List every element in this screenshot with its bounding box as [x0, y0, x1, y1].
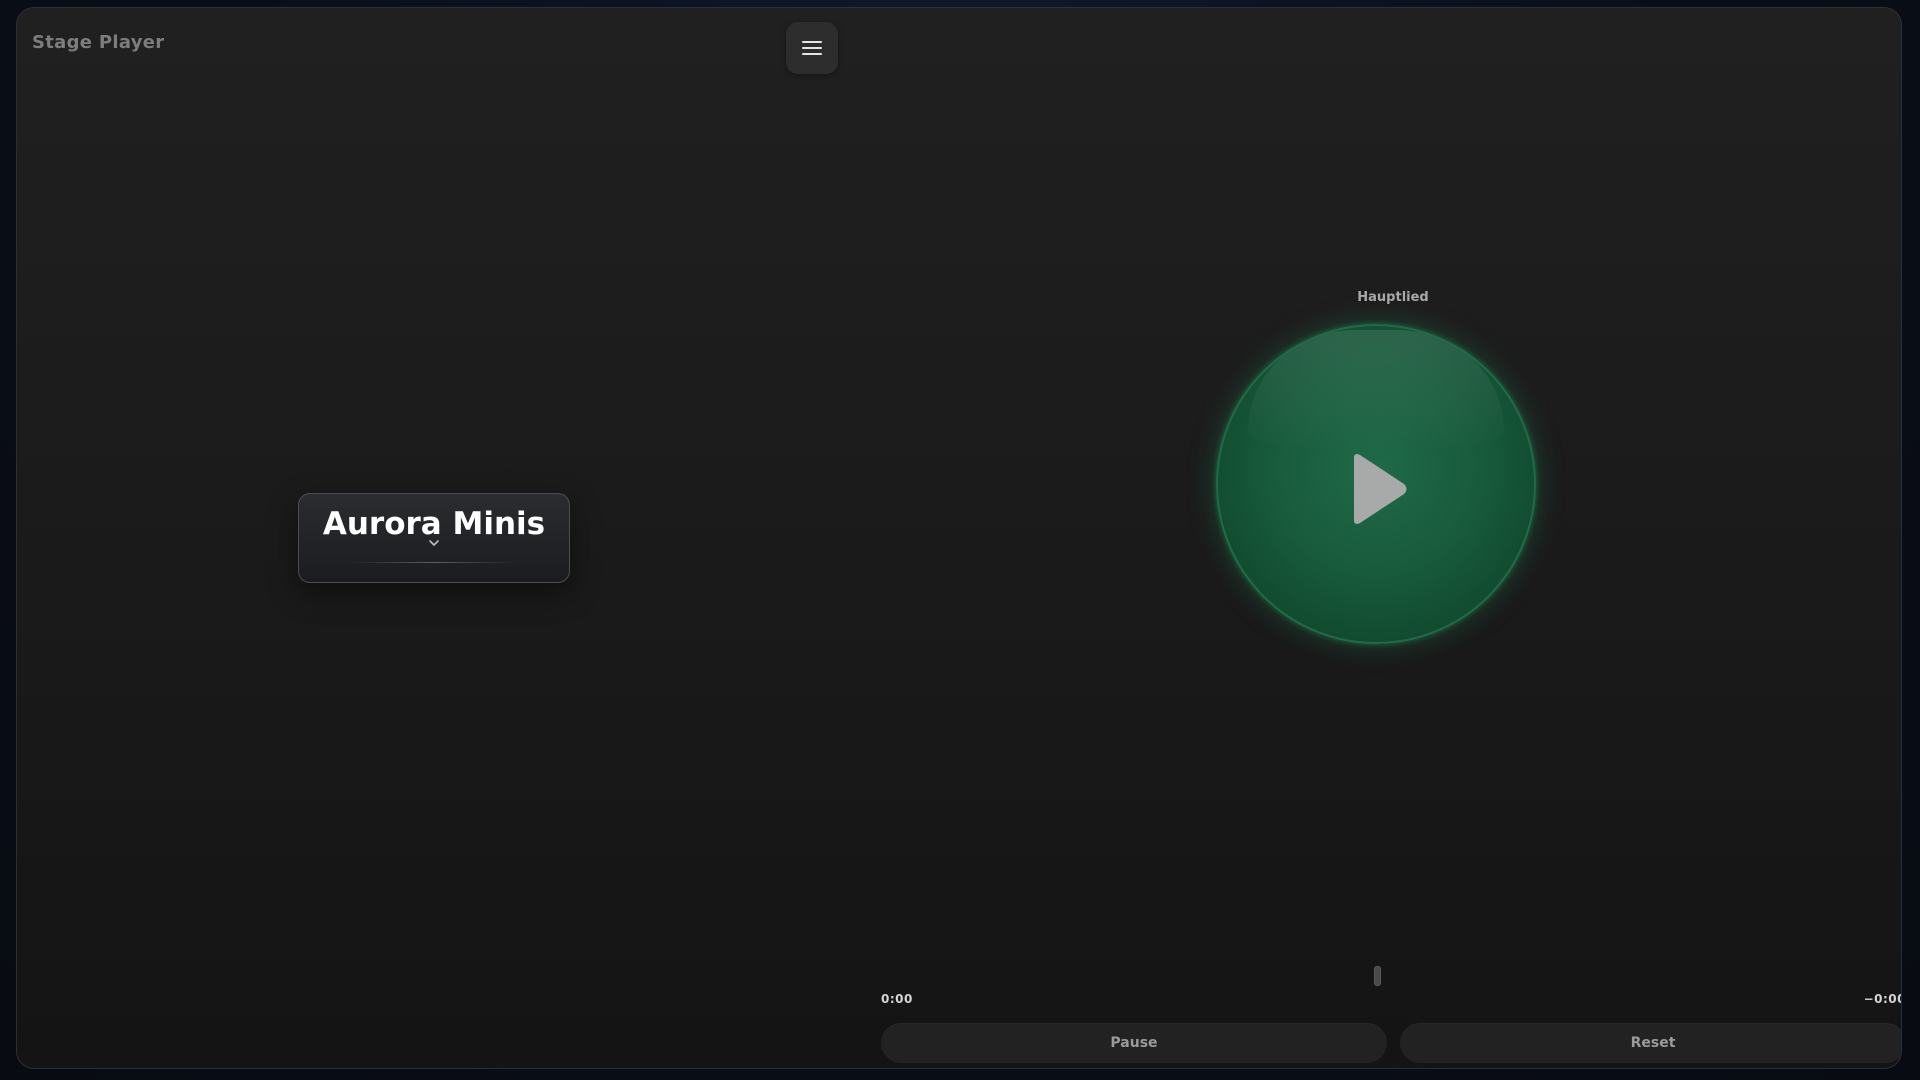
- progress-scrubber-handle[interactable]: [1374, 966, 1381, 986]
- pause-button[interactable]: Pause: [881, 1023, 1387, 1063]
- track-label: Hauptlied: [1357, 290, 1429, 305]
- time-elapsed: 0:00: [881, 992, 913, 1006]
- time-remaining: −0:00: [1863, 992, 1902, 1006]
- play-button-sheen: [1248, 330, 1504, 450]
- play-icon: [1354, 454, 1407, 524]
- hamburger-menu-icon: [802, 41, 822, 55]
- band-select-underline: [349, 562, 519, 563]
- reset-button[interactable]: Reset: [1400, 1023, 1901, 1063]
- band-select-value: Aurora Minis: [322, 506, 546, 542]
- menu-button[interactable]: [786, 22, 838, 74]
- chevron-down-icon: [429, 540, 439, 546]
- app-window: Stage Player Aurora Minis Hauptlied 0:00…: [16, 7, 1902, 1069]
- app-title: Stage Player: [32, 32, 165, 53]
- band-select-dropdown[interactable]: Aurora Minis: [298, 493, 570, 583]
- play-button[interactable]: [1216, 324, 1536, 644]
